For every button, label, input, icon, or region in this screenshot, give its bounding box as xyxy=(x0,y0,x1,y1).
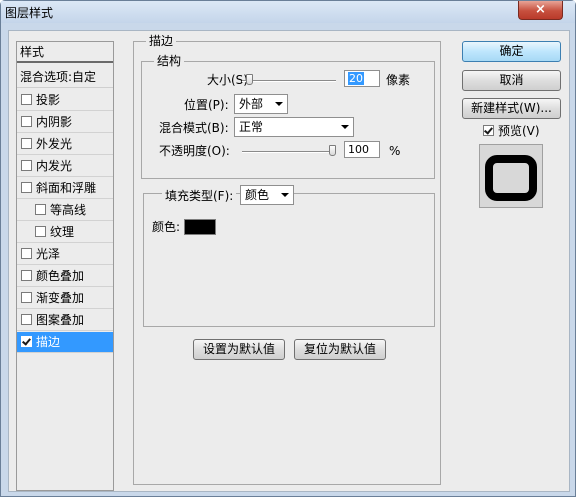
style-list-item[interactable]: 光泽 xyxy=(17,244,113,265)
style-list-item-label: 内发光 xyxy=(36,159,73,173)
style-list-item-label: 投影 xyxy=(36,93,61,107)
close-button[interactable]: × xyxy=(518,1,563,20)
style-list-item[interactable]: 图案叠加 xyxy=(17,310,113,331)
checkbox-icon[interactable] xyxy=(21,116,32,127)
style-list-item[interactable]: 内发光 xyxy=(17,156,113,177)
stroke-group: 描边 结构 大小(S): 20 像素 位置(P): 外部 混合模式(B): 正常… xyxy=(133,34,441,485)
style-list-item[interactable]: 描边 xyxy=(17,332,113,353)
dialog-body: 样式 混合选项:自定 投影内阴影外发光内发光斜面和浮雕等高线纹理光泽颜色叠加渐变… xyxy=(8,30,570,492)
position-select[interactable]: 外部 xyxy=(234,94,288,114)
stroke-preview-shape xyxy=(485,155,537,201)
stroke-color-swatch[interactable] xyxy=(184,219,216,235)
position-label: 位置(P): xyxy=(184,98,229,112)
chevron-down-icon xyxy=(275,102,283,106)
style-list-item-label: 颜色叠加 xyxy=(36,269,85,283)
fill-type-select[interactable]: 颜色 xyxy=(240,185,294,205)
style-list-item[interactable]: 外发光 xyxy=(17,134,113,155)
checkbox-icon[interactable] xyxy=(21,182,32,193)
style-list-item[interactable]: 渐变叠加 xyxy=(17,288,113,309)
chevron-down-icon xyxy=(341,125,349,129)
styles-header[interactable]: 样式 xyxy=(17,42,113,63)
checkbox-icon[interactable] xyxy=(21,292,32,303)
reset-default-button[interactable]: 复位为默认值 xyxy=(294,339,386,360)
blending-options-item[interactable]: 混合选项:自定 xyxy=(17,66,113,88)
structure-group-title: 结构 xyxy=(154,54,185,68)
preview-label: 预览(V) xyxy=(498,124,540,138)
opacity-slider-track[interactable] xyxy=(242,151,336,153)
style-list-item-label: 光泽 xyxy=(36,247,61,261)
blend-mode-select[interactable]: 正常 xyxy=(234,117,354,137)
new-style-button[interactable]: 新建样式(W)... xyxy=(462,98,561,119)
checkbox-icon xyxy=(483,125,494,136)
color-label: 颜色: xyxy=(152,220,181,234)
style-list-item[interactable]: 内阴影 xyxy=(17,112,113,133)
opacity-unit: % xyxy=(389,144,401,158)
checkbox-icon[interactable] xyxy=(21,138,32,149)
checkbox-icon[interactable] xyxy=(21,314,32,325)
style-list-item-label: 图案叠加 xyxy=(36,313,85,327)
style-list-item[interactable]: 等高线 xyxy=(17,200,113,221)
checkbox-icon[interactable] xyxy=(21,336,32,347)
size-slider-thumb[interactable] xyxy=(245,74,253,85)
cancel-button[interactable]: 取消 xyxy=(462,70,561,91)
style-list-item-label: 渐变叠加 xyxy=(36,291,85,305)
size-input[interactable]: 20 xyxy=(344,70,380,87)
style-preview xyxy=(479,144,543,208)
checkbox-icon[interactable] xyxy=(21,94,32,105)
stroke-group-title: 描边 xyxy=(146,34,177,48)
checkbox-icon[interactable] xyxy=(21,160,32,171)
blend-mode-label: 混合模式(B): xyxy=(159,121,229,135)
style-list-item-label: 描边 xyxy=(36,335,61,349)
window-title: 图层样式 xyxy=(5,6,54,20)
checkbox-icon[interactable] xyxy=(21,270,32,281)
opacity-input[interactable]: 100 xyxy=(344,141,380,158)
style-list-item[interactable]: 颜色叠加 xyxy=(17,266,113,287)
style-list-item[interactable]: 投影 xyxy=(17,90,113,111)
size-unit: 像素 xyxy=(386,73,411,87)
checkbox-icon[interactable] xyxy=(35,204,46,215)
checkbox-icon[interactable] xyxy=(35,226,46,237)
style-list-item-label: 外发光 xyxy=(36,137,73,151)
fill-type-group: 填充类型(F): 颜色 颜色: xyxy=(143,185,435,327)
style-list-item[interactable]: 纹理 xyxy=(17,222,113,243)
style-list-item-label: 等高线 xyxy=(50,203,87,217)
checkbox-icon[interactable] xyxy=(21,248,32,259)
style-list-item-label: 内阴影 xyxy=(36,115,73,129)
structure-group: 结构 大小(S): 20 像素 位置(P): 外部 混合模式(B): 正常 不透… xyxy=(141,54,435,179)
styles-list: 样式 混合选项:自定 投影内阴影外发光内发光斜面和浮雕等高线纹理光泽颜色叠加渐变… xyxy=(16,41,114,491)
layer-style-dialog: 图层样式 × 样式 混合选项:自定 投影内阴影外发光内发光斜面和浮雕等高线纹理光… xyxy=(0,0,576,497)
opacity-label: 不透明度(O): xyxy=(159,144,230,158)
title-bar[interactable]: 图层样式 × xyxy=(1,1,575,23)
ok-button[interactable]: 确定 xyxy=(462,41,561,62)
style-list-item[interactable]: 斜面和浮雕 xyxy=(17,178,113,199)
size-slider-track[interactable] xyxy=(242,80,336,82)
preview-checkbox[interactable]: 预览(V) xyxy=(483,123,540,139)
style-list-item-label: 纹理 xyxy=(50,225,75,239)
style-list-item-label: 斜面和浮雕 xyxy=(36,181,97,195)
close-icon: × xyxy=(535,2,546,17)
chevron-down-icon xyxy=(281,193,289,197)
opacity-slider-thumb[interactable] xyxy=(329,145,336,156)
set-default-button[interactable]: 设置为默认值 xyxy=(193,339,285,360)
fill-type-label: 填充类型(F): xyxy=(162,187,237,205)
